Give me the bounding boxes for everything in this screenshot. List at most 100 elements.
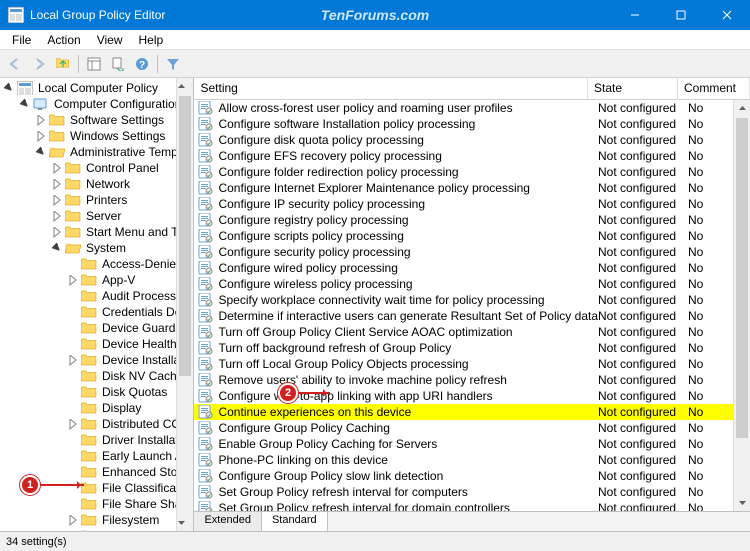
tree-app-v[interactable]: App-V (0, 272, 193, 288)
tree-software-settings[interactable]: Software Settings (0, 112, 193, 128)
setting-row[interactable]: Configure Group Policy Caching Not confi… (194, 420, 750, 436)
setting-row[interactable]: Configure wireless policy processing Not… (194, 276, 750, 292)
list-scrollbar[interactable] (733, 100, 750, 511)
tree-credentials-delegation[interactable]: Credentials Delegation (0, 304, 193, 320)
menu-help[interactable]: Help (131, 31, 172, 49)
policy-icon (198, 309, 214, 323)
setting-row[interactable]: Configure Internet Explorer Maintenance … (194, 180, 750, 196)
setting-row[interactable]: Configure registry policy processing Not… (194, 212, 750, 228)
setting-row[interactable]: Continue experiences on this device Not … (194, 404, 750, 420)
help-button[interactable]: ? (131, 53, 153, 75)
tree-label: Computer Configuration (52, 97, 183, 111)
tree-server[interactable]: Server (0, 208, 193, 224)
setting-row[interactable]: Set Group Policy refresh interval for do… (194, 500, 750, 511)
close-button[interactable] (704, 0, 750, 30)
setting-name: Configure scripts policy processing (218, 229, 598, 243)
setting-row[interactable]: Set Group Policy refresh interval for co… (194, 484, 750, 500)
menu-bar: File Action View Help (0, 30, 750, 50)
tree-driver-installation[interactable]: Driver Installation (0, 432, 193, 448)
export-list-button[interactable] (107, 53, 129, 75)
setting-state: Not configured (598, 325, 688, 339)
maximize-button[interactable] (658, 0, 704, 30)
col-state[interactable]: State (588, 78, 678, 99)
setting-row[interactable]: Remove users' ability to invoke machine … (194, 372, 750, 388)
filter-button[interactable] (162, 53, 184, 75)
menu-action[interactable]: Action (39, 31, 88, 49)
setting-name: Turn off background refresh of Group Pol… (218, 341, 598, 355)
tree-system[interactable]: System (0, 240, 193, 256)
setting-name: Continue experiences on this device (218, 405, 598, 419)
show-hide-tree-button[interactable] (83, 53, 105, 75)
tree-label: Server (84, 209, 123, 223)
setting-row[interactable]: Configure wired policy processing Not co… (194, 260, 750, 276)
tree-display[interactable]: Display (0, 400, 193, 416)
app-icon (8, 7, 24, 23)
tree-access-denied-assistance[interactable]: Access-Denied Assistance (0, 256, 193, 272)
tree-label: App-V (100, 273, 137, 287)
setting-row[interactable]: Specify workplace connectivity wait time… (194, 292, 750, 308)
setting-state: Not configured (598, 277, 688, 291)
scope-tree[interactable]: Local Computer Policy Computer Configura… (0, 78, 194, 531)
tree-label: Network (84, 177, 132, 191)
tree-file-share-shadow-copy-provider[interactable]: File Share Shadow Copy Provider (0, 496, 193, 512)
setting-row[interactable]: Configure scripts policy processing Not … (194, 228, 750, 244)
setting-row[interactable]: Configure software Installation policy p… (194, 116, 750, 132)
tree-printers[interactable]: Printers (0, 192, 193, 208)
tree-disk-quotas[interactable]: Disk Quotas (0, 384, 193, 400)
forward-button[interactable] (28, 53, 50, 75)
setting-row[interactable]: Determine if interactive users can gener… (194, 308, 750, 324)
col-setting[interactable]: Setting (194, 78, 588, 99)
tree-distributed-com[interactable]: Distributed COM (0, 416, 193, 432)
tree-early-launch-antimalware[interactable]: Early Launch Antimalware (0, 448, 193, 464)
list-scroll-thumb[interactable] (736, 118, 748, 438)
tree-network[interactable]: Network (0, 176, 193, 192)
policy-icon (198, 149, 214, 163)
tree-root[interactable]: Local Computer Policy (0, 80, 193, 96)
setting-row[interactable]: Turn off background refresh of Group Pol… (194, 340, 750, 356)
tree-scroll-thumb[interactable] (179, 96, 191, 376)
setting-row[interactable]: Turn off Group Policy Client Service AOA… (194, 324, 750, 340)
tree-scrollbar[interactable] (176, 78, 193, 531)
setting-row[interactable]: Configure disk quota policy processing N… (194, 132, 750, 148)
setting-row[interactable]: Enable Group Policy Caching for Servers … (194, 436, 750, 452)
tree-computer-config[interactable]: Computer Configuration (0, 96, 193, 112)
tree-filesystem[interactable]: Filesystem (0, 512, 193, 528)
tree-folder-redirection[interactable]: Folder Redirection (0, 528, 193, 531)
setting-state: Not configured (598, 309, 688, 323)
back-button[interactable] (4, 53, 26, 75)
tab-extended[interactable]: Extended (194, 512, 261, 531)
setting-row[interactable]: Configure Group Policy slow link detecti… (194, 468, 750, 484)
setting-name: Configure software Installation policy p… (218, 117, 598, 131)
setting-row[interactable]: Turn off Local Group Policy Objects proc… (194, 356, 750, 372)
tree-audit-process-creation[interactable]: Audit Process Creation (0, 288, 193, 304)
policy-icon (198, 357, 214, 371)
menu-file[interactable]: File (4, 31, 39, 49)
toolbar: ? (0, 50, 750, 78)
tree-device-health-attestation-service[interactable]: Device Health Attestation Service (0, 336, 193, 352)
setting-row[interactable]: Configure folder redirection policy proc… (194, 164, 750, 180)
menu-view[interactable]: View (89, 31, 131, 49)
setting-name: Turn off Group Policy Client Service AOA… (218, 325, 598, 339)
policy-icon (198, 501, 214, 511)
list-header: Setting State Comment (194, 78, 750, 100)
tree-control-panel[interactable]: Control Panel (0, 160, 193, 176)
tree-device-installation[interactable]: Device Installation (0, 352, 193, 368)
setting-state: Not configured (598, 421, 688, 435)
tree-disk-nv-cache[interactable]: Disk NV Cache (0, 368, 193, 384)
setting-state: Not configured (598, 101, 688, 115)
setting-state: Not configured (598, 453, 688, 467)
tree-admin-templates[interactable]: Administrative Templates (0, 144, 193, 160)
policy-icon (198, 197, 214, 211)
setting-row[interactable]: Configure security policy processing Not… (194, 244, 750, 260)
setting-row[interactable]: Configure EFS recovery policy processing… (194, 148, 750, 164)
col-comment[interactable]: Comment (678, 78, 750, 99)
setting-row[interactable]: Phone-PC linking on this device Not conf… (194, 452, 750, 468)
tree-start-menu-and-taskbar[interactable]: Start Menu and Taskbar (0, 224, 193, 240)
tree-windows-settings[interactable]: Windows Settings (0, 128, 193, 144)
up-button[interactable] (52, 53, 74, 75)
tab-standard[interactable]: Standard (262, 512, 328, 531)
setting-row[interactable]: Allow cross-forest user policy and roami… (194, 100, 750, 116)
tree-device-guard[interactable]: Device Guard (0, 320, 193, 336)
minimize-button[interactable] (612, 0, 658, 30)
setting-row[interactable]: Configure IP security policy processing … (194, 196, 750, 212)
